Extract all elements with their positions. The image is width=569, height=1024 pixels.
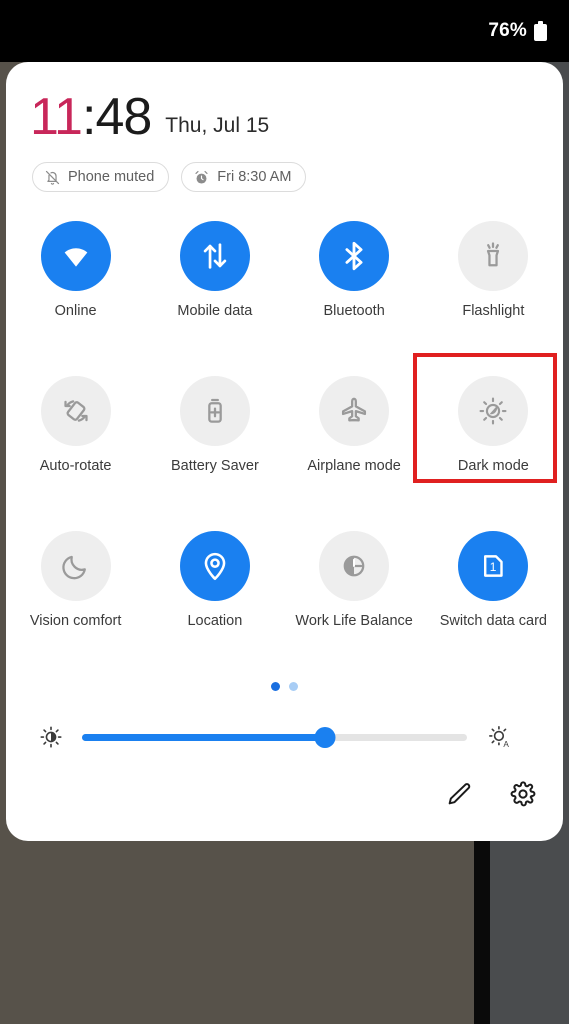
tile-airplane-mode-label: Airplane mode [307, 458, 401, 474]
chip-phone-muted-label: Phone muted [68, 169, 155, 185]
data-transfer-icon [198, 239, 232, 273]
tile-switch-data-card-label: Switch data card [439, 613, 547, 629]
clock-hours: 11 [30, 88, 83, 146]
auto-rotate-icon [59, 394, 93, 428]
tile-bluetooth-circle [319, 221, 390, 291]
brightness-slider-fill [82, 734, 325, 741]
clock-date: Thu, Jul 15 [165, 114, 270, 137]
page-dot-1[interactable] [271, 682, 280, 691]
tile-vision-comfort-label: Vision comfort [29, 613, 122, 629]
chip-alarm-label: Fri 8:30 AM [217, 169, 292, 185]
battery-full-icon [534, 21, 547, 41]
alarm-clock-icon [193, 169, 210, 186]
tile-airplane-mode-circle [319, 376, 390, 446]
tile-dark-mode[interactable]: Dark mode [424, 365, 563, 520]
sim-card-1-icon: 1 [476, 549, 510, 583]
edit-button[interactable] [445, 780, 473, 808]
moon-icon [59, 549, 93, 583]
tile-location-label: Location [187, 613, 243, 629]
tile-online-circle [40, 221, 111, 291]
flashlight-icon [476, 239, 510, 273]
tile-vision-comfort-circle [40, 531, 111, 601]
tile-battery-saver[interactable]: Battery Saver [145, 365, 284, 520]
tile-bluetooth[interactable]: Bluetooth [285, 210, 424, 365]
location-pin-icon [198, 549, 232, 583]
tile-auto-rotate-circle [40, 376, 111, 446]
dark-mode-icon [476, 394, 510, 428]
tile-bluetooth-label: Bluetooth [323, 303, 385, 319]
tile-online[interactable]: Online [6, 210, 145, 365]
tile-airplane-mode[interactable]: Airplane mode [285, 365, 424, 520]
tile-flashlight-label: Flashlight [462, 303, 525, 319]
tile-row-3: Vision comfort Location Work Life Balanc… [6, 520, 563, 675]
brightness-low-icon [38, 724, 64, 750]
clock-display: 11 : 48 Thu, Jul 15 [30, 91, 269, 143]
page-dot-2[interactable] [289, 682, 298, 691]
clock-minutes: 48 [95, 88, 152, 146]
tile-switch-data-card[interactable]: 1 Switch data card [424, 520, 563, 675]
tile-work-life-balance-circle [319, 531, 390, 601]
brightness-auto-icon[interactable]: A [487, 724, 513, 750]
tile-location-circle [179, 531, 250, 601]
tile-battery-saver-circle [179, 376, 250, 446]
tile-switch-data-card-circle: 1 [458, 531, 529, 601]
brightness-slider-handle[interactable] [314, 727, 336, 748]
tile-dark-mode-circle [458, 376, 529, 446]
tile-dark-mode-label: Dark mode [457, 458, 529, 474]
gear-icon[interactable] [509, 780, 537, 808]
tile-row-1: Online Mobile data Bluetooth Flashlight [6, 210, 563, 365]
tile-auto-rotate[interactable]: Auto-rotate [6, 365, 145, 520]
tile-flashlight-circle [458, 221, 529, 291]
quick-settings-panel: 11 : 48 Thu, Jul 15 Phone muted Fri 8:30… [6, 62, 563, 841]
wifi-icon [59, 239, 93, 273]
bell-slash-icon [44, 169, 61, 186]
status-bar: 76% [0, 0, 569, 62]
tile-auto-rotate-label: Auto-rotate [39, 458, 112, 474]
tile-mobile-data-label: Mobile data [177, 303, 253, 319]
svg-text:1: 1 [490, 560, 497, 574]
quick-settings-tile-grid: Online Mobile data Bluetooth Flashlight … [6, 210, 563, 675]
battery-plus-icon [198, 394, 232, 428]
tile-mobile-data[interactable]: Mobile data [145, 210, 284, 365]
chip-phone-muted[interactable]: Phone muted [32, 162, 170, 192]
brightness-control-row: A [6, 717, 563, 757]
battery-percent-label: 76% [488, 20, 527, 41]
tile-work-life-balance[interactable]: Work Life Balance [285, 520, 424, 675]
brightness-slider[interactable] [82, 724, 467, 750]
svg-text:A: A [503, 740, 509, 749]
status-chips-row: Phone muted Fri 8:30 AM [32, 162, 307, 192]
tile-row-2: Auto-rotate Battery Saver Airplane mode … [6, 365, 563, 520]
tile-vision-comfort[interactable]: Vision comfort [6, 520, 145, 675]
chip-alarm[interactable]: Fri 8:30 AM [181, 162, 307, 192]
tile-location[interactable]: Location [145, 520, 284, 675]
tile-flashlight[interactable]: Flashlight [424, 210, 563, 365]
tile-battery-saver-label: Battery Saver [170, 458, 259, 474]
page-indicator-dots[interactable] [6, 682, 563, 691]
airplane-icon [337, 394, 371, 428]
tile-mobile-data-circle [179, 221, 250, 291]
panel-footer-actions [445, 780, 537, 808]
tile-online-label: Online [54, 303, 97, 319]
tile-work-life-balance-label: Work Life Balance [295, 613, 413, 629]
clock-separator: : [81, 88, 96, 146]
bluetooth-icon [337, 239, 371, 273]
work-life-icon [337, 549, 371, 583]
